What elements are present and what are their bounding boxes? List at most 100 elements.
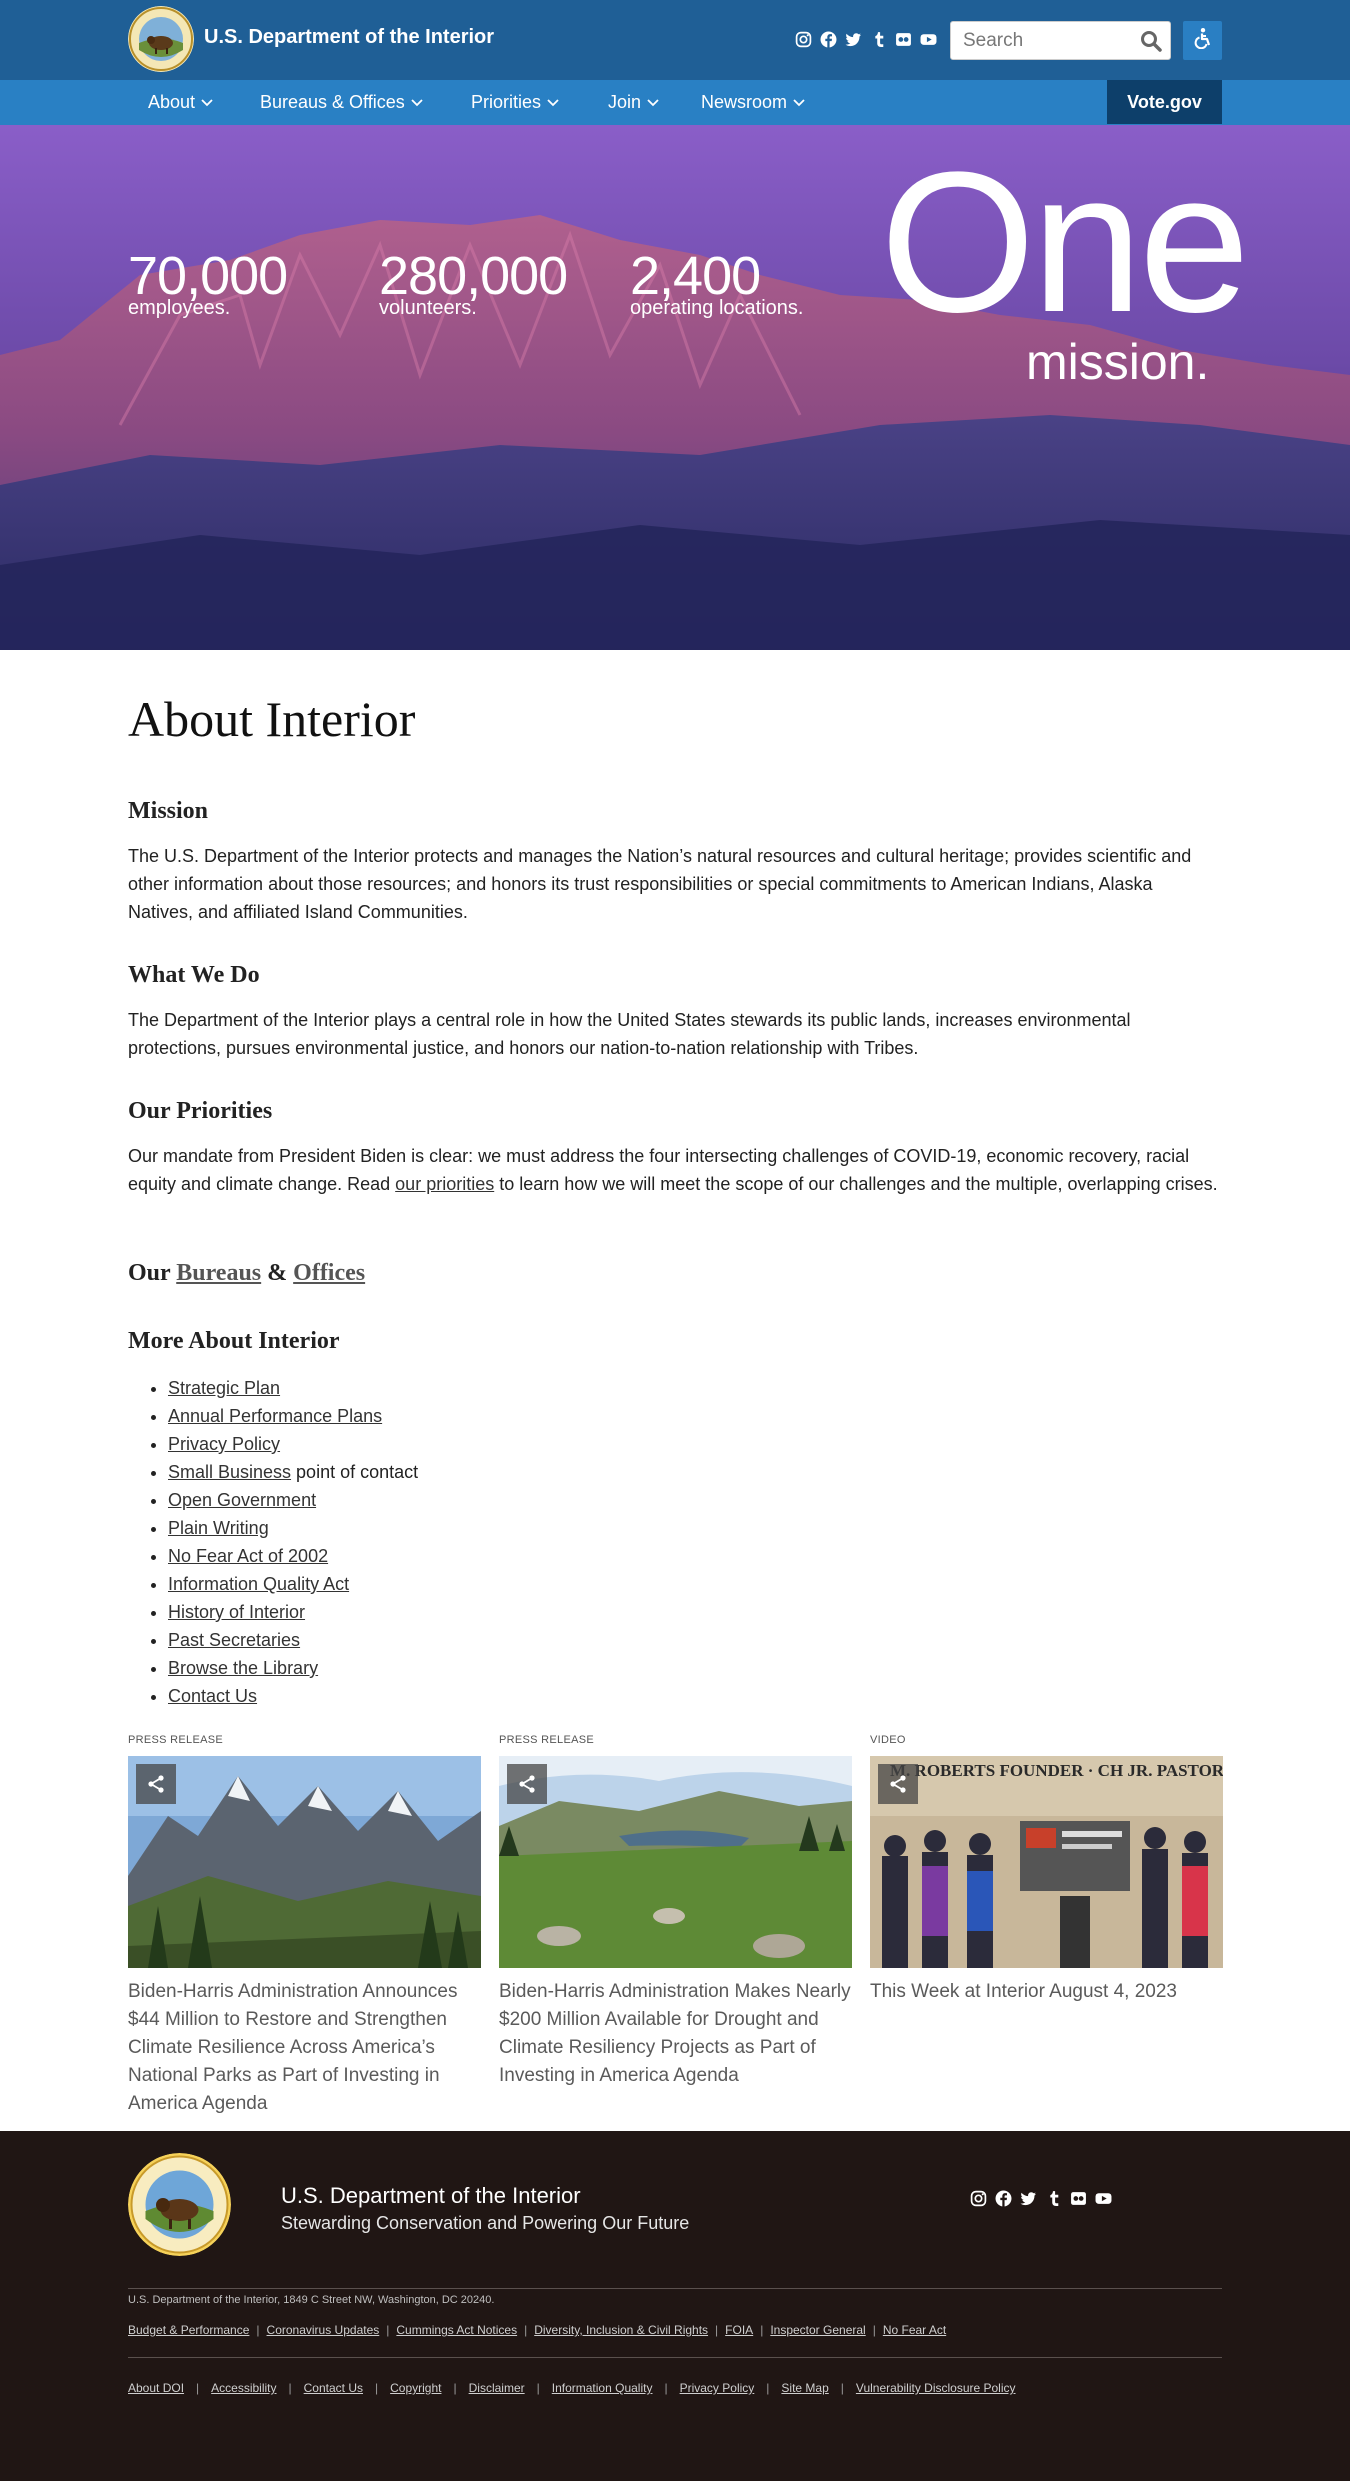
footer-link-budget-performance[interactable]: Budget & Performance [128,2323,249,2337]
flickr-icon[interactable] [895,31,912,48]
footer-link-no-fear-act[interactable]: No Fear Act [883,2323,946,2337]
card-kind-label: Press Release [128,1734,223,1746]
footer-link-disclaimer[interactable]: Disclaimer [469,2381,525,2395]
open-government-link[interactable]: Open Government [168,1490,316,1510]
footer-links-primary: Budget & Performance | Coronavirus Update… [128,2323,946,2337]
card-title-link[interactable]: This Week at Interior August 4, 2023 [870,1978,1223,2006]
main-content: About Interior Mission The U.S. Departme… [128,690,1222,1706]
footer-link-vulnerability-disclosure[interactable]: Vulnerability Disclosure Policy [856,2381,1016,2395]
what-we-do-text: The Department of the Interior plays a c… [128,1010,1131,1058]
twitter-icon[interactable] [1020,2190,1037,2207]
footer-links-secondary: About DOI | Accessibility | Contact Us | Co… [128,2381,1016,2395]
list-item: Browse the Library [168,1654,418,1682]
priorities-text: Our mandate from President Biden is clea… [128,1142,1222,1198]
facebook-icon[interactable] [820,31,837,48]
list-item: Past Secretaries [168,1626,418,1654]
offices-link[interactable]: Offices [293,1260,365,1286]
list-item: Information Quality Act [168,1570,418,1598]
footer-separator: | [840,2381,844,2395]
footer-link-cummings-act[interactable]: Cummings Act Notices [396,2323,517,2337]
history-of-interior-link[interactable]: History of Interior [168,1602,305,1622]
footer-link-about-doi[interactable]: About DOI [128,2381,184,2395]
footer-link-coronavirus-updates[interactable]: Coronavirus Updates [267,2323,380,2337]
page-title: About Interior [128,691,416,747]
twitter-icon[interactable] [845,31,862,48]
nav-item-label: Bureaus & Offices [260,92,405,112]
share-button[interactable] [136,1764,176,1804]
small-business-link[interactable]: Small Business [168,1462,291,1482]
privacy-policy-link[interactable]: Privacy Policy [168,1434,280,1454]
list-item: History of Interior [168,1598,418,1626]
list-item: Annual Performance Plans [168,1402,418,1430]
footer-link-information-quality[interactable]: Information Quality [552,2381,653,2395]
tumblr-icon[interactable] [870,31,887,48]
footer-divider [128,2288,1222,2289]
instagram-icon[interactable] [970,2190,987,2207]
flickr-icon[interactable] [1070,2190,1087,2207]
information-quality-act-link[interactable]: Information Quality Act [168,1574,349,1594]
card-image-ceremony[interactable]: M. ROBERTS FOUNDER · CH JR. PASTOR [870,1756,1223,1968]
share-button[interactable] [878,1764,918,1804]
nav-item-label: Priorities [471,92,542,112]
nav-item-bureaus-offices[interactable]: Bureaus & Offices [260,80,423,125]
bureaus-amp: & [261,1260,294,1286]
nav-item-priorities[interactable]: Priorities [471,80,559,125]
chevron-down-icon [411,99,423,107]
search-input[interactable] [951,22,1131,59]
our-priorities-link[interactable]: our priorities [395,1174,494,1194]
what-we-do-heading: What We Do [128,962,260,988]
vote-gov-button[interactable]: Vote.gov [1107,80,1222,124]
footer-separator: | [375,2381,379,2395]
footer-link-foia[interactable]: FOIA [725,2323,753,2337]
footer-title: U.S. Department of the Interior [281,2183,581,2208]
facebook-icon[interactable] [995,2190,1012,2207]
search-icon[interactable] [1140,30,1162,52]
footer-link-inspector-general[interactable]: Inspector General [770,2323,865,2337]
strategic-plan-link[interactable]: Strategic Plan [168,1378,280,1398]
card-kind-label: Video [870,1734,906,1746]
share-icon [890,1775,906,1793]
priorities-text-end: to learn how we will meet the scope of o… [494,1174,1218,1194]
footer-link-copyright[interactable]: Copyright [390,2381,441,2395]
doi-seal-logo[interactable] [128,6,194,72]
annual-performance-plans-link[interactable]: Annual Performance Plans [168,1406,382,1426]
footer-link-site-map[interactable]: Site Map [781,2381,828,2395]
footer-separator: | [715,2323,719,2337]
footer-doi-seal-logo[interactable] [128,2153,231,2256]
youtube-icon[interactable] [920,31,937,48]
news-card: Press Release Biden-Harris Administratio… [499,1734,852,2086]
card-image-sign-text: M. ROBERTS FOUNDER · CH JR. PASTOR [890,1761,1223,1780]
share-icon [148,1775,164,1793]
youtube-icon[interactable] [1095,2190,1112,2207]
past-secretaries-link[interactable]: Past Secretaries [168,1630,300,1650]
card-title-link[interactable]: Biden-Harris Administration Announces $4… [128,1978,481,2118]
nav-item-about[interactable]: About [148,80,213,125]
footer-link-accessibility[interactable]: Accessibility [211,2381,276,2395]
list-item: Contact Us [168,1682,418,1710]
card-title-link[interactable]: Biden-Harris Administration Makes Nearly… [499,1978,852,2090]
browse-library-link[interactable]: Browse the Library [168,1658,318,1678]
site-title[interactable]: U.S. Department of the Interior [204,26,494,49]
search-box [950,21,1171,60]
footer-link-diversity[interactable]: Diversity, Inclusion & Civil Rights [534,2323,708,2337]
plain-writing-link[interactable]: Plain Writing [168,1518,269,1538]
instagram-icon[interactable] [795,31,812,48]
footer-separator: | [766,2381,770,2395]
bureaus-link[interactable]: Bureaus [176,1260,261,1286]
card-image-mountains[interactable] [128,1756,481,1968]
hero-banner: 70,000 employees. 280,000 volunteers. 2,… [0,125,1350,650]
nav-item-join[interactable]: Join [608,80,659,125]
card-image-meadow[interactable] [499,1756,852,1968]
footer-separator: | [760,2323,764,2337]
share-button[interactable] [507,1764,547,1804]
list-item: Small Business point of contact [168,1458,418,1486]
list-item: Plain Writing [168,1514,418,1542]
footer-link-privacy-policy[interactable]: Privacy Policy [680,2381,755,2395]
footer-link-contact-us[interactable]: Contact Us [304,2381,363,2395]
contact-us-link[interactable]: Contact Us [168,1686,257,1706]
nav-item-newsroom[interactable]: Newsroom [701,80,805,125]
accessibility-button[interactable] [1183,21,1222,60]
no-fear-act-link[interactable]: No Fear Act of 2002 [168,1546,328,1566]
tumblr-icon[interactable] [1045,2190,1062,2207]
nav-item-label: Newsroom [701,92,788,112]
